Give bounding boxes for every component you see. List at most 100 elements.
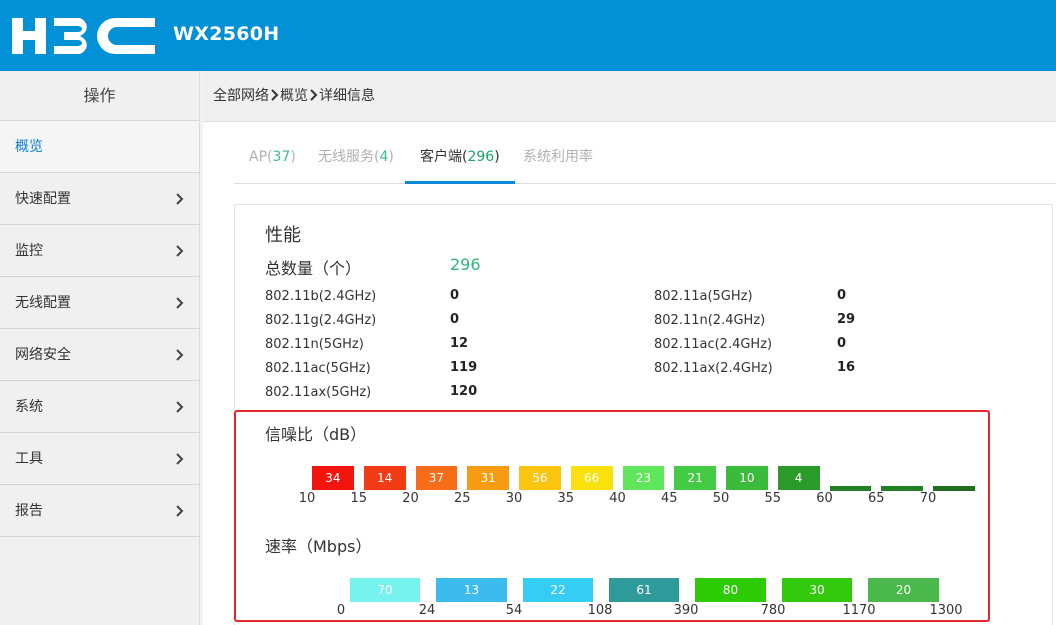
rate-bar: 80 — [695, 578, 766, 602]
tab-3[interactable]: 系统利用率 — [523, 136, 593, 184]
snr-bar — [829, 486, 872, 491]
snr-bar: 66 — [570, 466, 613, 490]
sidebar-item-label: 概览 — [15, 139, 43, 155]
stat-value: 0 — [837, 288, 847, 303]
snr-tick-label: 15 — [350, 491, 368, 506]
rate-bar: 13 — [436, 578, 507, 602]
chevron-right-icon — [176, 245, 184, 257]
stat-label: 802.11n(5GHz) — [265, 337, 364, 352]
snr-bar — [933, 486, 975, 491]
stat-label: 802.11b(2.4GHz) — [265, 289, 377, 304]
snr-bar: 21 — [674, 466, 716, 490]
stat-label: 802.11n(2.4GHz) — [654, 313, 766, 328]
sidebar-title: 操作 — [0, 71, 199, 121]
snr-bar: 34 — [312, 466, 354, 490]
tab-count: 4 — [379, 149, 389, 165]
snr-tick-label: 60 — [816, 491, 833, 506]
rate-bar: 61 — [609, 578, 679, 602]
tab-bar: AP(37) 无线服务(4) 客户端(296) 系统利用率 — [234, 136, 1056, 184]
snr-tick-label: 45 — [660, 491, 678, 506]
sidebar-item-label: 监控 — [15, 243, 43, 259]
snr-tick-label: 35 — [557, 491, 575, 506]
rate-tick-label: 1170 — [842, 603, 876, 618]
sidebar-item-label: 系统 — [15, 399, 43, 415]
tab-1[interactable]: 无线服务(4) — [318, 136, 394, 184]
sidebar-item-label: 工具 — [15, 451, 43, 467]
snr-tick-label: 20 — [402, 491, 419, 506]
rate-bar: 70 — [350, 578, 420, 602]
chevron-right-icon — [176, 193, 184, 205]
performance-title: 性能 — [265, 225, 301, 246]
tab-2[interactable]: 客户端(296) — [405, 136, 515, 184]
sidebar-item-label: 网络安全 — [15, 347, 71, 363]
breadcrumb-bar: 全部网络 概览 详细信息 — [203, 71, 1056, 122]
snr-tick-label: 40 — [609, 491, 626, 506]
rate-tick-label: 54 — [505, 603, 523, 618]
sidebar-item-label: 无线配置 — [15, 295, 71, 311]
tab-label: 客户端 — [420, 149, 462, 165]
device-model: WX2560H — [173, 23, 280, 45]
rate-bar: 20 — [868, 578, 939, 602]
chevron-right-icon — [176, 349, 184, 361]
total-count-label: 总数量（个） — [265, 259, 362, 278]
top-header: WX2560H — [0, 0, 1056, 71]
rate-tick-label: 108 — [587, 603, 613, 618]
snr-tick-label: 65 — [867, 491, 885, 506]
breadcrumb-item[interactable]: 概览 — [280, 71, 308, 122]
sidebar-menu: 概览快速配置监控无线配置网络安全系统工具报告 — [0, 121, 199, 537]
rate-tick-label: 24 — [418, 603, 436, 618]
sidebar-item[interactable]: 工具 — [0, 433, 199, 485]
sidebar-item[interactable]: 监控 — [0, 225, 199, 277]
sidebar-item[interactable]: 概览 — [0, 121, 199, 173]
stat-value: 120 — [450, 384, 478, 399]
breadcrumb-item[interactable]: 全部网络 — [213, 71, 269, 122]
snr-tick-label: 30 — [505, 491, 523, 506]
chevron-right-icon — [176, 401, 184, 413]
tab-label: 无线服务 — [318, 149, 374, 165]
snr-bar: 56 — [519, 466, 561, 490]
rate-tick-label: 390 — [673, 603, 699, 618]
stat-value: 0 — [450, 288, 460, 303]
breadcrumb-item: 详细信息 — [319, 88, 375, 104]
snr-tick-label: 25 — [453, 491, 471, 506]
stat-value: 12 — [450, 336, 469, 351]
sidebar-item-label: 报告 — [15, 503, 43, 519]
sidebar-item[interactable]: 报告 — [0, 485, 199, 537]
rate-title: 速率（Mbps） — [265, 537, 372, 556]
snr-title: 信噪比（dB） — [265, 425, 367, 444]
stat-value: 0 — [837, 336, 847, 351]
stat-label: 802.11g(2.4GHz) — [265, 313, 377, 328]
rate-tick-label: 0 — [336, 603, 346, 618]
tab-count: 296 — [467, 149, 495, 165]
tab-0[interactable]: AP(37) — [249, 136, 296, 184]
stat-label: 802.11ax(2.4GHz) — [654, 361, 773, 376]
h3c-logo — [12, 18, 155, 54]
tab-count: 37 — [272, 149, 291, 165]
stat-value: 119 — [450, 360, 478, 375]
stat-label: 802.11ax(5GHz) — [265, 385, 372, 400]
stat-value: 0 — [450, 312, 460, 327]
stat-label: 802.11ac(5GHz) — [265, 361, 371, 376]
snr-bar: 37 — [415, 466, 458, 490]
chevron-right-icon — [176, 505, 184, 517]
rate-bar: 30 — [782, 578, 852, 602]
snr-bar — [881, 486, 923, 491]
chevron-right-icon — [176, 453, 184, 465]
snr-bar: 31 — [467, 466, 509, 490]
rate-bar: 22 — [523, 578, 593, 602]
stat-label: 802.11ac(2.4GHz) — [654, 337, 773, 352]
snr-tick-label: 70 — [919, 491, 937, 506]
sidebar-item[interactable]: 快速配置 — [0, 173, 199, 225]
breadcrumb-chevron-icon — [271, 89, 279, 101]
sidebar-item[interactable]: 网络安全 — [0, 329, 199, 381]
rate-tick-label: 780 — [760, 603, 786, 618]
sidebar-item[interactable]: 无线配置 — [0, 277, 199, 329]
chevron-right-icon — [176, 297, 184, 309]
snr-bar: 10 — [726, 466, 768, 490]
sidebar-item[interactable]: 系统 — [0, 381, 199, 433]
stat-value: 16 — [837, 360, 856, 375]
snr-tick-label: 55 — [764, 491, 782, 506]
breadcrumb: 全部网络 概览 详细信息 — [213, 71, 375, 122]
total-count-value: 296 — [450, 255, 481, 274]
snr-bar: 23 — [622, 466, 665, 490]
